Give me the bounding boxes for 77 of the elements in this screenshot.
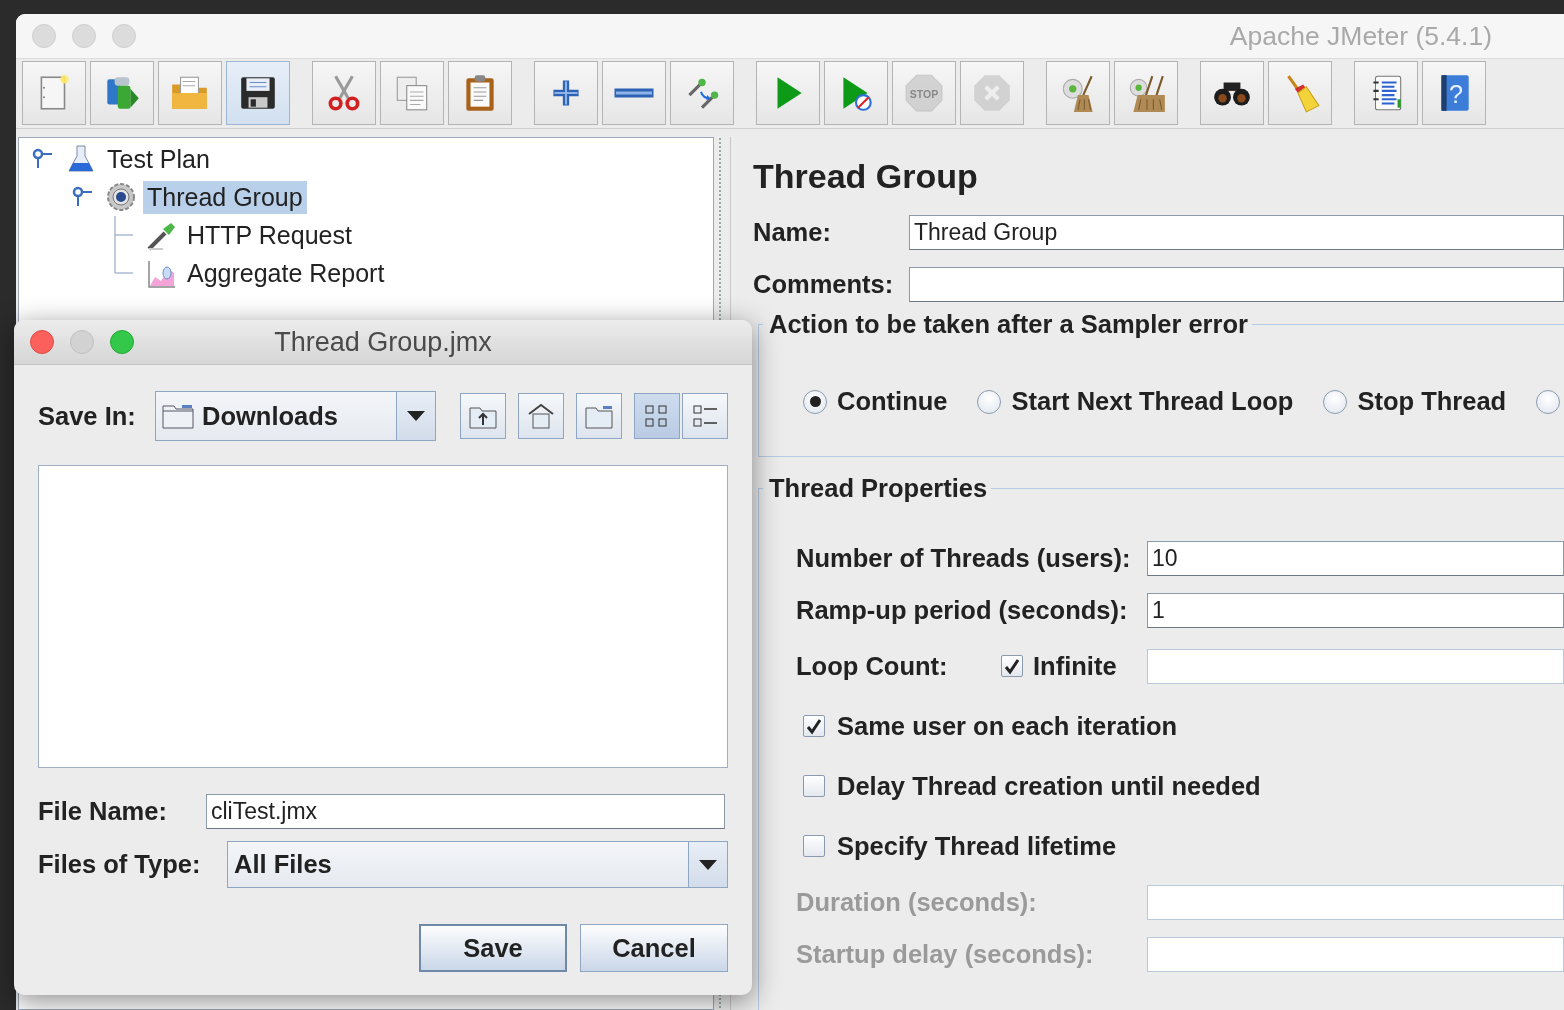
- field-label: Files of Type:: [38, 850, 202, 879]
- cancel-button[interactable]: Cancel: [580, 924, 728, 972]
- file-name-field[interactable]: cliTest.jmx: [206, 794, 725, 829]
- octagon-x-icon: [971, 72, 1013, 114]
- tree-item[interactable]: Test Plan: [103, 142, 214, 176]
- radio-button[interactable]: [977, 389, 1002, 414]
- checkbox-label: Same user on each iteration: [837, 711, 1178, 741]
- name-field[interactable]: Thread Group: [909, 214, 1564, 250]
- checkbox[interactable]: [803, 775, 825, 797]
- field-label: Name:: [753, 217, 832, 247]
- paste-button[interactable]: [448, 61, 512, 125]
- tree-item[interactable]: HTTP Request: [183, 218, 356, 252]
- clear-button[interactable]: [1046, 61, 1110, 125]
- panel-title: Thread Group: [753, 157, 979, 196]
- minus-icon: [613, 87, 655, 99]
- expand-button[interactable]: [534, 61, 598, 125]
- caret-icon: [699, 859, 717, 870]
- home-button[interactable]: [518, 393, 564, 439]
- checkbox-label: Delay Thread creation until needed: [837, 771, 1261, 801]
- field-label: Number of Threads (users):: [796, 543, 1132, 574]
- function-helper-button[interactable]: [1354, 61, 1418, 125]
- list-view-button[interactable]: [634, 393, 680, 439]
- caret-icon: [407, 411, 425, 421]
- templates-button[interactable]: [90, 61, 154, 125]
- field-label: File Name:: [38, 797, 168, 826]
- dialog-title: Thread Group.jmx: [274, 326, 492, 358]
- up-folder-button[interactable]: [460, 393, 506, 439]
- stop-sign-icon: STOP: [903, 72, 945, 114]
- field-label: Loop Count:: [796, 651, 949, 681]
- radio-button[interactable]: [1323, 389, 1348, 414]
- radio-button[interactable]: [1536, 389, 1561, 414]
- threads-field[interactable]: 10: [1147, 540, 1564, 576]
- collapse-button[interactable]: [602, 61, 666, 125]
- field-label: Duration (seconds):: [796, 887, 1038, 918]
- search-button[interactable]: [1200, 61, 1264, 125]
- field-label: Startup delay (seconds):: [796, 939, 1095, 970]
- copy-button[interactable]: [380, 61, 444, 125]
- tree-item[interactable]: Thread Group: [143, 180, 307, 214]
- radio-label: Continue: [837, 387, 948, 416]
- window-control[interactable]: [110, 330, 134, 354]
- radio-label: Start Next Thread Loop: [1011, 387, 1294, 416]
- flask-icon: [65, 143, 97, 175]
- radio-button[interactable]: [803, 389, 827, 414]
- checkbox[interactable]: [803, 715, 825, 737]
- tree-toggle-icon[interactable]: [31, 148, 53, 170]
- tree-item[interactable]: Aggregate Report: [183, 256, 389, 290]
- file-type-dropdown[interactable]: All Files: [227, 841, 728, 888]
- details-view-button[interactable]: [682, 393, 728, 439]
- gear-icon: [105, 181, 137, 213]
- folder-dropdown[interactable]: Downloads: [155, 391, 436, 441]
- start-button[interactable]: [756, 61, 820, 125]
- group-title: Thread Properties: [768, 474, 989, 503]
- start-no-pauses-button[interactable]: [824, 61, 888, 125]
- help-button[interactable]: ?: [1422, 61, 1486, 125]
- radio-label: Stop Thread: [1357, 387, 1507, 416]
- folder-icon: [162, 403, 194, 429]
- window-title: Apache JMeter (5.4.1): [1229, 20, 1492, 52]
- window-control[interactable]: [30, 330, 54, 354]
- new-button[interactable]: [22, 61, 86, 125]
- clear-all-button[interactable]: [1114, 61, 1178, 125]
- checkbox-label: Specify Thread lifetime: [837, 831, 1117, 861]
- checkbox[interactable]: [1001, 655, 1023, 677]
- field-label: Comments:: [753, 269, 895, 299]
- tree-toggle-icon[interactable]: [71, 186, 93, 208]
- checkbox[interactable]: [803, 835, 825, 857]
- field-label: Ramp-up period (seconds):: [796, 595, 1129, 626]
- toggle-button[interactable]: [670, 61, 734, 125]
- comments-field[interactable]: [909, 266, 1564, 302]
- save-button[interactable]: Save: [419, 924, 567, 972]
- ramp-up-field[interactable]: 1: [1147, 592, 1564, 628]
- new-folder-button[interactable]: [576, 393, 622, 439]
- cut-button[interactable]: [312, 61, 376, 125]
- loop-count-field[interactable]: [1147, 648, 1564, 684]
- field-label: Save In:: [38, 401, 137, 431]
- group-title: Action to be taken after a Sampler error: [768, 310, 1249, 339]
- checkbox-label: Infinite: [1033, 651, 1117, 681]
- save-button[interactable]: [226, 61, 290, 125]
